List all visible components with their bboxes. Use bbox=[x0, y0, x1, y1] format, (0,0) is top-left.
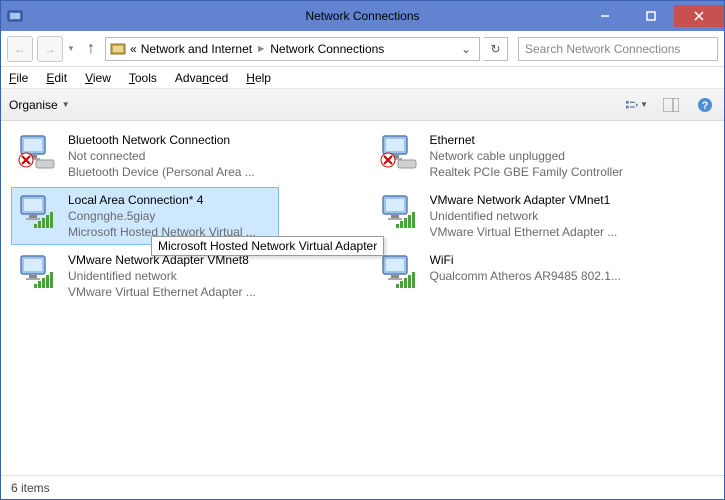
connection-device: Bluetooth Device (Personal Area ... bbox=[68, 164, 255, 180]
network-adapter-icon bbox=[380, 132, 420, 172]
help-button[interactable]: ? bbox=[694, 94, 716, 116]
connection-text: EthernetNetwork cable unpluggedRealtek P… bbox=[430, 132, 623, 180]
close-button[interactable] bbox=[674, 5, 724, 27]
connection-text: WiFiQualcomm Atheros AR9485 802.1... bbox=[430, 252, 621, 284]
forward-button[interactable]: → bbox=[37, 36, 63, 62]
status-bar: 6 items bbox=[1, 475, 724, 499]
svg-text:?: ? bbox=[702, 100, 709, 112]
network-adapter-icon bbox=[380, 192, 420, 232]
connection-name: Bluetooth Network Connection bbox=[68, 132, 255, 148]
organise-label: Organise bbox=[9, 98, 58, 112]
connection-device: VMware Virtual Ethernet Adapter ... bbox=[68, 284, 256, 300]
maximize-button[interactable] bbox=[628, 5, 674, 27]
breadcrumb-network-connections[interactable]: Network Connections bbox=[270, 42, 384, 56]
view-options-button[interactable]: ▼ bbox=[626, 94, 648, 116]
connection-item[interactable]: VMware Network Adapter VMnet1Unidentifie… bbox=[373, 187, 641, 245]
network-adapter-icon bbox=[18, 252, 58, 292]
preview-pane-button[interactable] bbox=[660, 94, 682, 116]
command-bar: Organise ▼ ▼ ? bbox=[1, 89, 724, 121]
connection-device: Qualcomm Atheros AR9485 802.1... bbox=[430, 268, 621, 284]
organise-button[interactable]: Organise ▼ bbox=[9, 98, 70, 112]
refresh-button[interactable]: ↻ bbox=[484, 37, 508, 61]
menu-tools[interactable]: Tools bbox=[129, 71, 157, 85]
connection-status: Not connected bbox=[68, 148, 255, 164]
back-button[interactable]: ← bbox=[7, 36, 33, 62]
title-bar[interactable]: Network Connections bbox=[1, 1, 724, 31]
connection-status: Congnghe.5giay bbox=[68, 208, 256, 224]
search-placeholder: Search Network Connections bbox=[525, 42, 680, 56]
breadcrumb-root[interactable]: « bbox=[130, 42, 137, 56]
connection-status: Unidentified network bbox=[68, 268, 256, 284]
chevron-right-icon: ▶ bbox=[258, 44, 264, 53]
history-dropdown-icon[interactable]: ▼ bbox=[67, 44, 77, 53]
content-area: Bluetooth Network ConnectionNot connecte… bbox=[1, 121, 724, 475]
connection-name: Ethernet bbox=[430, 132, 623, 148]
connection-status: Network cable unplugged bbox=[430, 148, 623, 164]
connection-device: Realtek PCIe GBE Family Controller bbox=[430, 164, 623, 180]
network-adapter-icon bbox=[18, 132, 58, 172]
connection-text: Local Area Connection* 4Congnghe.5giayMi… bbox=[68, 192, 256, 240]
menu-advanced[interactable]: Advanced bbox=[175, 71, 228, 85]
chevron-down-icon: ▼ bbox=[62, 100, 70, 109]
network-adapter-icon bbox=[18, 192, 58, 232]
breadcrumb-network-internet[interactable]: Network and Internet bbox=[141, 42, 252, 56]
connection-name: WiFi bbox=[430, 252, 621, 268]
network-adapter-icon bbox=[380, 252, 420, 292]
connection-item[interactable]: EthernetNetwork cable unpluggedRealtek P… bbox=[373, 127, 641, 185]
connection-text: VMware Network Adapter VMnet1Unidentifie… bbox=[430, 192, 618, 240]
up-button[interactable]: ↑ bbox=[81, 39, 101, 59]
window-title: Network Connections bbox=[305, 9, 419, 23]
connection-name: Local Area Connection* 4 bbox=[68, 192, 256, 208]
minimize-button[interactable] bbox=[582, 5, 628, 27]
connection-item[interactable]: Bluetooth Network ConnectionNot connecte… bbox=[11, 127, 279, 185]
connection-device: VMware Virtual Ethernet Adapter ... bbox=[430, 224, 618, 240]
connection-text: VMware Network Adapter VMnet8Unidentifie… bbox=[68, 252, 256, 300]
tooltip: Microsoft Hosted Network Virtual Adapter bbox=[151, 236, 384, 256]
menu-bar: File Edit View Tools Advanced Help bbox=[1, 67, 724, 89]
folder-icon bbox=[110, 41, 126, 57]
search-input[interactable]: Search Network Connections bbox=[518, 37, 718, 61]
menu-edit[interactable]: Edit bbox=[46, 71, 67, 85]
address-dropdown-icon[interactable]: ⌄ bbox=[457, 42, 475, 56]
menu-file[interactable]: File bbox=[9, 71, 28, 85]
system-menu-icon[interactable] bbox=[1, 1, 29, 31]
connection-status: Unidentified network bbox=[430, 208, 618, 224]
menu-view[interactable]: View bbox=[85, 71, 111, 85]
window-buttons bbox=[582, 5, 724, 27]
connection-name: VMware Network Adapter VMnet1 bbox=[430, 192, 618, 208]
network-connections-window: Network Connections ← → ▼ ↑ « Network an… bbox=[0, 0, 725, 500]
connection-text: Bluetooth Network ConnectionNot connecte… bbox=[68, 132, 255, 180]
connection-item[interactable]: WiFiQualcomm Atheros AR9485 802.1... bbox=[373, 247, 641, 305]
chevron-down-icon: ▼ bbox=[640, 100, 648, 109]
menu-help[interactable]: Help bbox=[246, 71, 271, 85]
navigation-bar: ← → ▼ ↑ « Network and Internet ▶ Network… bbox=[1, 31, 724, 67]
connections-grid: Bluetooth Network ConnectionNot connecte… bbox=[11, 127, 714, 305]
address-bar[interactable]: « Network and Internet ▶ Network Connect… bbox=[105, 37, 480, 61]
item-count: 6 items bbox=[11, 481, 50, 495]
